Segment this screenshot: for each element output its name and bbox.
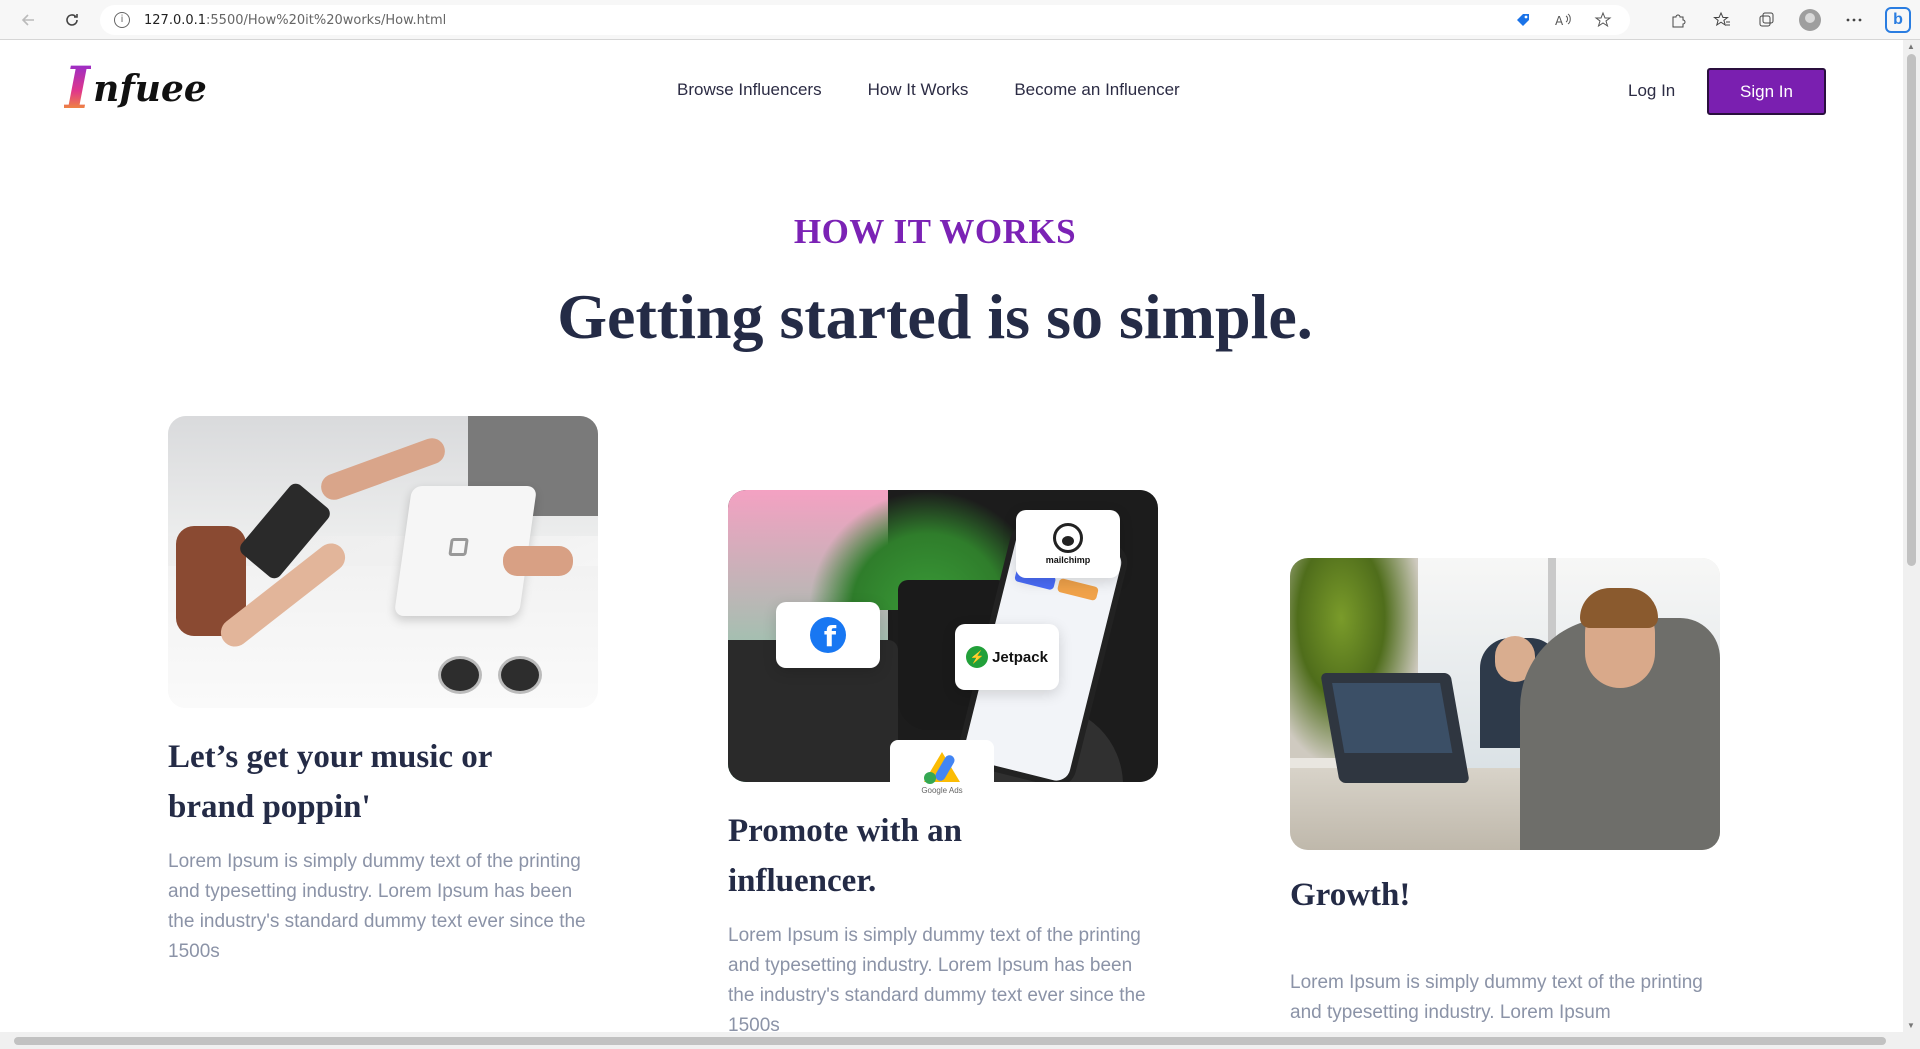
main-nav: Browse Influencers How It Works Become a… <box>677 80 1180 100</box>
step-title-2-line2: influencer. <box>728 863 877 899</box>
google-ads-badge: Google Ads <box>890 740 994 806</box>
signin-button[interactable]: Sign In <box>1707 68 1826 115</box>
logo-wordmark: nfuee <box>93 68 207 110</box>
bing-icon: b <box>1885 7 1911 33</box>
step-title-1-line2: brand poppin' <box>168 789 371 825</box>
vertical-scrollbar[interactable]: ▲ ▼ <box>1903 40 1920 1032</box>
horizontal-scroll-thumb[interactable] <box>14 1037 1886 1045</box>
logo[interactable]: I nfuee <box>64 54 207 122</box>
step-title-2: Promote with an influencer. <box>728 806 1158 906</box>
step-title-1: Let’s get your music or brand poppin' <box>168 732 598 832</box>
price-tag-icon[interactable] <box>1514 11 1532 29</box>
google-ads-icon <box>924 751 960 784</box>
login-link[interactable]: Log In <box>1628 81 1675 101</box>
puzzle-icon <box>1672 14 1686 28</box>
step-title-3: Growth! <box>1290 877 1411 913</box>
collections-icon <box>1759 12 1774 27</box>
url-text: 127.0.0.1:5500/How%20it%20works/How.html <box>144 13 446 28</box>
step-body-1: Lorem Ipsum is simply dummy text of the … <box>168 851 586 962</box>
scroll-down-icon[interactable]: ▼ <box>1907 1021 1915 1030</box>
step-title-1-line1: Let’s get your music or <box>168 739 493 775</box>
step-body-2: Lorem Ipsum is simply dummy text of the … <box>728 925 1146 1036</box>
back-button[interactable] <box>10 2 46 38</box>
site-header: I nfuee Browse Influencers How It Works … <box>0 40 1903 142</box>
jetpack-badge: ⚡ Jetpack <box>955 624 1059 690</box>
payment-photo <box>168 416 598 708</box>
vertical-scroll-thumb[interactable] <box>1907 54 1916 566</box>
svg-text:A: A <box>1555 14 1564 28</box>
back-arrow-icon <box>21 14 34 26</box>
horizontal-scrollbar[interactable] <box>0 1032 1903 1049</box>
url-host: 127.0.0.1 <box>144 12 207 28</box>
settings-more-button[interactable] <box>1832 0 1876 40</box>
page-title: Getting started is so simple. <box>557 281 1313 352</box>
scrollbar-corner <box>1903 1032 1920 1049</box>
nav-browse-influencers[interactable]: Browse Influencers <box>677 80 822 100</box>
step-title-2-line1: Promote with an <box>728 813 963 849</box>
extensions-button[interactable] <box>1656 0 1700 40</box>
address-bar[interactable]: i 127.0.0.1:5500/How%20it%20works/How.ht… <box>100 5 1630 35</box>
browser-toolbar: i 127.0.0.1:5500/How%20it%20works/How.ht… <box>0 0 1920 40</box>
read-aloud-icon[interactable]: A <box>1554 11 1572 29</box>
mailchimp-icon <box>1053 523 1083 553</box>
scroll-up-icon[interactable]: ▲ <box>1907 42 1915 51</box>
favorites-button[interactable] <box>1700 0 1744 40</box>
profile-button[interactable] <box>1788 0 1832 40</box>
step-card-3: Growth! Lorem Ipsum is simply dummy text… <box>1290 558 1720 1028</box>
collections-button[interactable] <box>1744 0 1788 40</box>
nav-become-influencer[interactable]: Become an Influencer <box>1014 80 1179 100</box>
info-icon[interactable]: i <box>114 12 130 28</box>
office-photo <box>1290 558 1720 850</box>
nav-how-it-works[interactable]: How It Works <box>868 80 969 100</box>
favorites-star-icon <box>1713 11 1730 27</box>
mailchimp-label: mailchimp <box>1045 555 1091 565</box>
google-ads-label: Google Ads <box>921 785 963 795</box>
facebook-badge: f <box>776 602 880 668</box>
mailchimp-badge: mailchimp <box>1016 510 1120 578</box>
add-favorite-icon[interactable] <box>1594 11 1612 29</box>
avatar-icon <box>1799 9 1821 31</box>
section-eyebrow: HOW IT WORKS <box>793 212 1077 251</box>
more-dots-icon <box>1846 18 1862 22</box>
url-path: :5500/How%20it%20works/How.html <box>206 12 447 28</box>
jetpack-label: Jetpack <box>992 648 1048 666</box>
reload-icon <box>66 14 78 26</box>
facebook-icon: f <box>810 617 846 653</box>
logo-mark: I <box>64 54 92 122</box>
step-card-1: Let’s get your music or brand poppin' Lo… <box>168 416 598 967</box>
jetpack-icon: ⚡ <box>966 646 989 668</box>
copilot-button[interactable]: b <box>1876 0 1920 40</box>
reload-button[interactable] <box>54 2 90 38</box>
step-body-3: Lorem Ipsum is simply dummy text of the … <box>1290 972 1703 1023</box>
marketing-tools-photo: f mailchimp ⚡ Jetpack <box>728 490 1158 782</box>
